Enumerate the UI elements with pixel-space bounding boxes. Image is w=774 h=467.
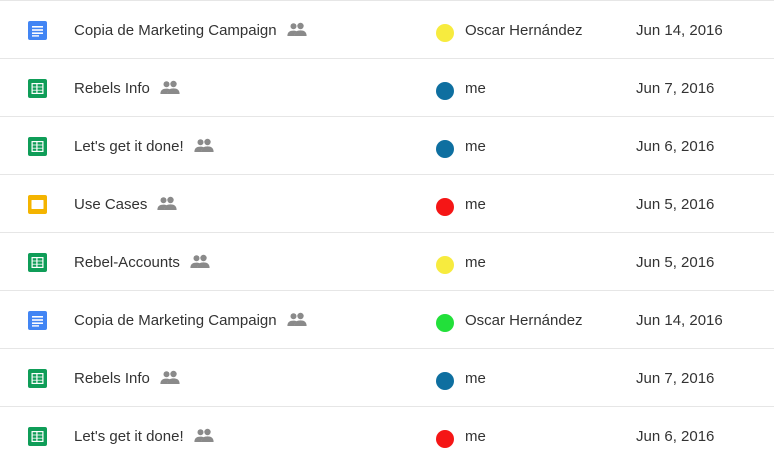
- file-row[interactable]: Let's get it done! me Jun 6, 2016: [0, 117, 774, 175]
- file-name[interactable]: Copia de Marketing Campaign: [74, 21, 307, 41]
- file-row[interactable]: Rebels Info me Jun 7, 2016: [0, 349, 774, 407]
- owner-name: me: [465, 254, 486, 271]
- file-name[interactable]: Let's get it done!: [74, 137, 214, 157]
- file-name-text: Rebel-Accounts: [74, 254, 180, 271]
- owner-avatar: [436, 430, 454, 448]
- sheets-icon: [28, 137, 47, 156]
- docs-icon: [28, 311, 47, 330]
- owner-avatar: [436, 256, 454, 274]
- sheets-icon: [28, 427, 47, 446]
- people-icon: [160, 80, 180, 95]
- file-name-text: Rebels Info: [74, 370, 150, 387]
- file-name[interactable]: Rebel-Accounts: [74, 253, 210, 273]
- docs-icon: [28, 21, 47, 40]
- file-name-text: Let's get it done!: [74, 428, 184, 445]
- owner-name: me: [465, 80, 486, 97]
- last-modified-date: Jun 7, 2016: [636, 80, 715, 97]
- last-modified-date: Jun 6, 2016: [636, 428, 715, 445]
- people-icon: [190, 254, 210, 269]
- last-modified-date: Jun 5, 2016: [636, 196, 715, 213]
- people-icon: [157, 196, 177, 211]
- file-name[interactable]: Rebels Info: [74, 369, 180, 389]
- file-name[interactable]: Let's get it done!: [74, 427, 214, 447]
- owner-name: me: [465, 138, 486, 155]
- people-icon: [287, 312, 307, 327]
- owner-name: Oscar Hernández: [465, 312, 583, 329]
- file-name-text: Copia de Marketing Campaign: [74, 312, 277, 329]
- file-name-text: Use Cases: [74, 196, 148, 213]
- file-row[interactable]: Copia de Marketing Campaign Oscar Hernánd…: [0, 291, 774, 349]
- file-row[interactable]: Copia de Marketing Campaign Oscar Hernánd…: [0, 1, 774, 59]
- last-modified-date: Jun 5, 2016: [636, 254, 715, 271]
- file-row[interactable]: Rebel-Accounts me Jun 5, 2016: [0, 233, 774, 291]
- file-list: Copia de Marketing Campaign Oscar Hernánd…: [0, 0, 774, 465]
- people-icon: [287, 22, 307, 37]
- last-modified-date: Jun 6, 2016: [636, 138, 715, 155]
- people-icon: [194, 138, 214, 153]
- file-name[interactable]: Rebels Info: [74, 79, 180, 99]
- file-row[interactable]: Use Cases me Jun 5, 2016: [0, 175, 774, 233]
- slides-icon: [28, 195, 47, 214]
- owner-name: me: [465, 428, 486, 445]
- owner-avatar: [436, 140, 454, 158]
- sheets-icon: [28, 253, 47, 272]
- last-modified-date: Jun 7, 2016: [636, 370, 715, 387]
- people-icon: [160, 370, 180, 385]
- file-name-text: Copia de Marketing Campaign: [74, 22, 277, 39]
- owner-avatar: [436, 372, 454, 390]
- file-name-text: Let's get it done!: [74, 138, 184, 155]
- file-row[interactable]: Rebels Info me Jun 7, 2016: [0, 59, 774, 117]
- people-icon: [194, 428, 214, 443]
- sheets-icon: [28, 369, 47, 388]
- file-name[interactable]: Copia de Marketing Campaign: [74, 311, 307, 331]
- file-name[interactable]: Use Cases: [74, 195, 177, 215]
- owner-avatar: [436, 24, 454, 42]
- owner-name: me: [465, 370, 486, 387]
- file-name-text: Rebels Info: [74, 80, 150, 97]
- owner-avatar: [436, 314, 454, 332]
- last-modified-date: Jun 14, 2016: [636, 22, 723, 39]
- owner-avatar: [436, 82, 454, 100]
- owner-name: Oscar Hernández: [465, 22, 583, 39]
- owner-name: me: [465, 196, 486, 213]
- owner-avatar: [436, 198, 454, 216]
- last-modified-date: Jun 14, 2016: [636, 312, 723, 329]
- sheets-icon: [28, 79, 47, 98]
- file-row[interactable]: Let's get it done! me Jun 6, 2016: [0, 407, 774, 465]
